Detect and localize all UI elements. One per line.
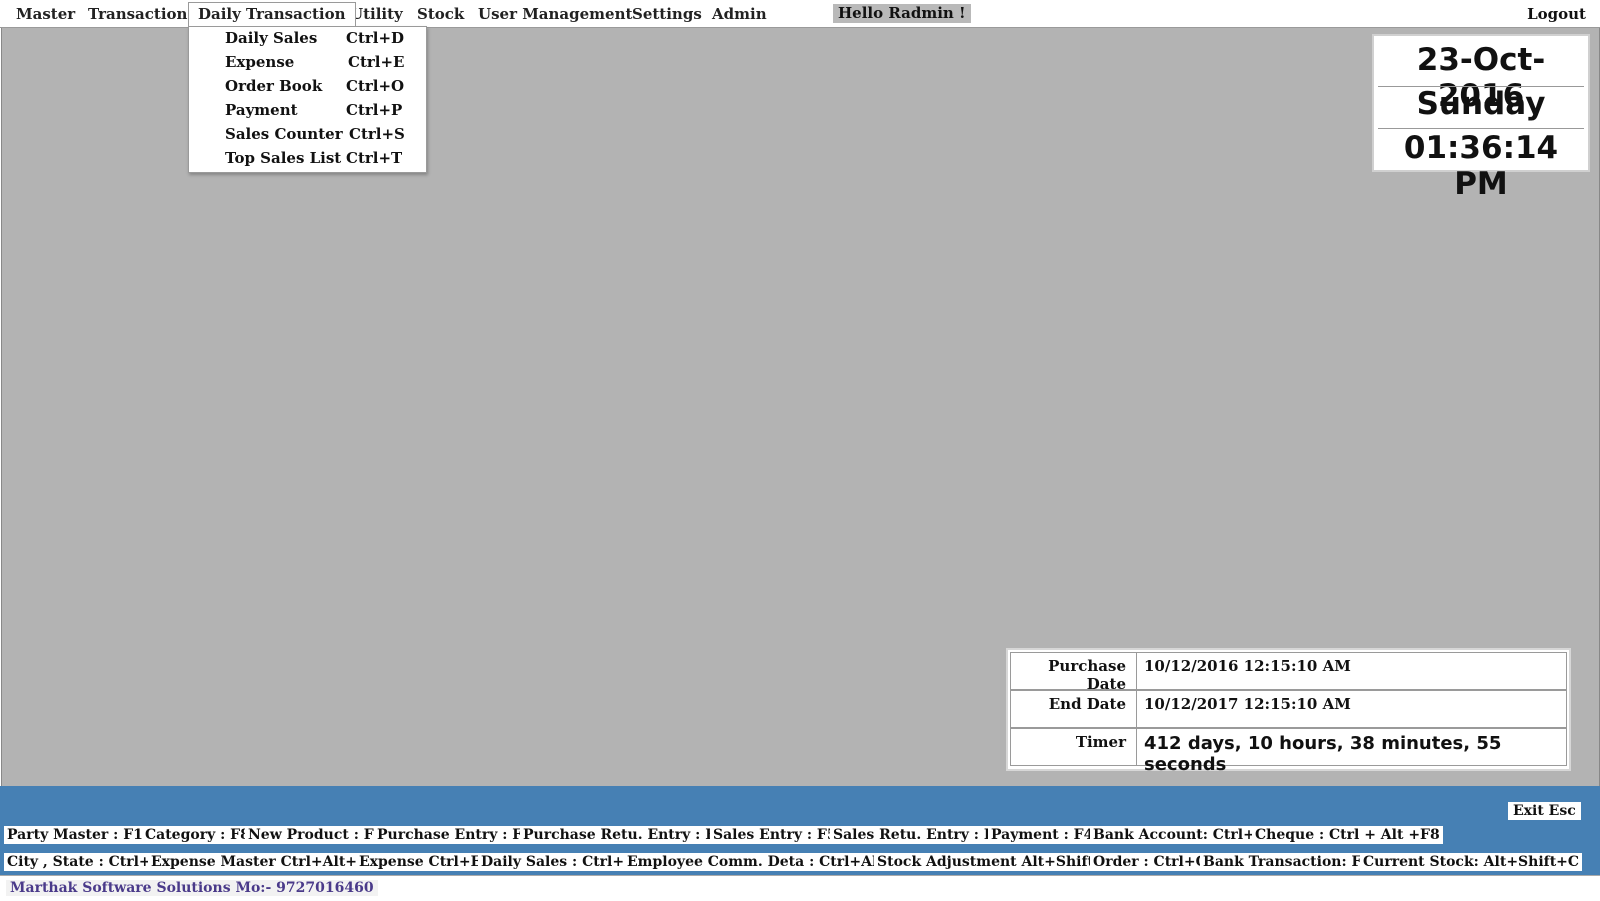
shortcut-new-product[interactable]: New Product : F9	[245, 826, 387, 844]
dropdown-item-label: Order Book	[225, 77, 323, 95]
shortcut-current-stock[interactable]: Current Stock: Alt+Shift+C	[1360, 853, 1583, 871]
shortcut-daily-sales[interactable]: Daily Sales : Ctrl+D	[478, 853, 640, 871]
dropdown-item-payment[interactable]: Payment Ctrl+P	[189, 100, 426, 124]
clock-panel: 23-Oct-2016 Sunday 01:36:14 PM	[1372, 34, 1590, 202]
dropdown-item-shortcut: Ctrl+P	[346, 101, 403, 119]
exit-button[interactable]: Exit Esc	[1508, 802, 1581, 820]
license-row-end: End Date 10/12/2017 12:15:10 AM	[1010, 690, 1567, 728]
menu-admin[interactable]: Admin	[712, 5, 767, 25]
dropdown-item-order-book[interactable]: Order Book Ctrl+O	[189, 76, 426, 100]
shortcut-expense[interactable]: Expense Ctrl+E	[356, 853, 485, 871]
shortcut-sales-return-entry[interactable]: Sales Retu. Entry : F6	[830, 826, 1007, 844]
greeting-label: Hello Radmin !	[833, 4, 971, 23]
shortcut-stock-adjustment[interactable]: Stock Adjustment Alt+Shift+S	[874, 853, 1119, 871]
timer-label: Timer	[1011, 729, 1137, 765]
dropdown-item-label: Sales Counter	[225, 125, 343, 143]
menu-utility[interactable]: Utility	[350, 5, 403, 25]
logout-link[interactable]: Logout	[1527, 5, 1586, 23]
shortcut-bar: Exit Esc Party Master : F10 Category : F…	[0, 786, 1600, 875]
dropdown-item-daily-sales[interactable]: Daily Sales Ctrl+D	[189, 28, 426, 52]
menu-settings[interactable]: Settings	[632, 5, 702, 25]
shortcut-bank-account[interactable]: Bank Account: Ctrl+A	[1090, 826, 1269, 844]
dropdown-item-label: Expense	[225, 53, 295, 71]
dropdown-item-label: Daily Sales	[225, 29, 318, 47]
shortcut-employee-commission[interactable]: Employee Comm. Deta : Ctrl+Alt+E	[624, 853, 910, 871]
end-date-value: 10/12/2017 12:15:10 AM	[1144, 695, 1351, 713]
dropdown-item-shortcut: Ctrl+D	[346, 29, 405, 47]
menu-stock[interactable]: Stock	[417, 5, 464, 25]
license-row-timer: Timer 412 days, 10 hours, 38 minutes, 55…	[1010, 728, 1567, 775]
clock-day: Sunday	[1416, 86, 1546, 122]
shortcut-payment[interactable]: Payment : F4	[988, 826, 1097, 844]
shortcut-cheque[interactable]: Cheque : Ctrl + Alt +F8	[1252, 826, 1443, 844]
company-info: Marthak Software Solutions Mo:- 97270164…	[6, 880, 378, 896]
shortcut-sales-entry[interactable]: Sales Entry : F5	[710, 826, 840, 844]
license-panel: Purchase Date 10/12/2016 12:15:10 AM End…	[1006, 648, 1571, 775]
clock-divider	[1378, 128, 1584, 129]
dropdown-item-label: Payment	[225, 101, 298, 119]
dropdown-item-expense[interactable]: Expense Ctrl+E	[189, 52, 426, 76]
dropdown-item-shortcut: Ctrl+O	[346, 77, 405, 95]
dropdown-item-shortcut: Ctrl+E	[348, 53, 405, 71]
dropdown-item-top-sales-list[interactable]: Top Sales List Ctrl+T	[189, 148, 426, 172]
timer-value: 412 days, 10 hours, 38 minutes, 55 secon…	[1144, 733, 1502, 775]
purchase-date-value: 10/12/2016 12:15:10 AM	[1144, 657, 1351, 675]
dropdown-item-shortcut: Ctrl+S	[349, 125, 405, 143]
menu-user-management[interactable]: User Management	[478, 5, 632, 25]
shortcut-purchase-return-entry[interactable]: Purchase Retu. Entry : F3	[520, 826, 728, 844]
dropdown-item-label: Top Sales List	[225, 149, 342, 167]
license-row-purchase: Purchase Date 10/12/2016 12:15:10 AM	[1010, 652, 1567, 693]
shortcut-bank-transaction[interactable]: Bank Transaction: F7	[1200, 853, 1375, 871]
shortcut-order[interactable]: Order : Ctrl+O	[1090, 853, 1211, 871]
menu-daily-transaction[interactable]: Daily Transaction	[188, 2, 356, 26]
dropdown-item-shortcut: Ctrl+T	[346, 149, 403, 167]
dropdown-item-sales-counter[interactable]: Sales Counter Ctrl+S	[189, 124, 426, 148]
shortcut-party-master[interactable]: Party Master : F10	[4, 826, 156, 844]
shortcut-category[interactable]: Category : F8	[142, 826, 253, 844]
purchase-date-label: Purchase Date	[1011, 653, 1137, 693]
menu-master[interactable]: Master	[16, 5, 75, 25]
end-date-label: End Date	[1011, 691, 1137, 727]
menu-bar: Master Transaction Daily Transaction Uti…	[0, 0, 1600, 28]
shortcut-purchase-entry[interactable]: Purchase Entry : F2	[374, 826, 535, 844]
daily-transaction-dropdown: Daily Sales Ctrl+D Expense Ctrl+E Order …	[188, 26, 427, 173]
status-bar: Marthak Software Solutions Mo:- 97270164…	[0, 875, 1600, 901]
clock-time: 01:36:14 PM	[1403, 130, 1559, 202]
menu-transaction[interactable]: Transaction	[88, 5, 187, 25]
shortcut-expense-master[interactable]: Expense Master Ctrl+Alt+F9	[148, 853, 380, 871]
